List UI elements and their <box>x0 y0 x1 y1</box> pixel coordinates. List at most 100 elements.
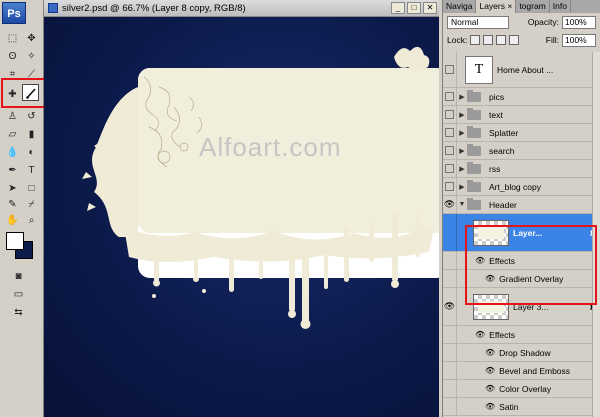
marquee-tool-icon[interactable]: ⬚ <box>4 30 21 47</box>
visibility-toggle[interactable] <box>445 110 454 119</box>
layer-group-text[interactable]: ▶ text <box>443 106 600 124</box>
tab-histogram[interactable]: togram <box>516 0 550 13</box>
rectangle-tool-icon[interactable]: □ <box>23 180 40 197</box>
visibility-toggle[interactable] <box>445 65 454 74</box>
layer-name: rss <box>489 163 501 174</box>
visibility-toggle[interactable] <box>445 164 454 173</box>
eyedropper-tool-icon[interactable]: ⌿ <box>23 196 40 213</box>
foreground-color-swatch[interactable] <box>6 232 24 250</box>
folder-icon <box>467 107 481 120</box>
expand-triangle-icon[interactable]: ▶ <box>457 93 467 101</box>
dodge-tool-icon[interactable]: ◐ <box>23 144 40 161</box>
eye-icon[interactable]: 👁 <box>475 330 485 339</box>
header-artwork <box>82 46 439 329</box>
folder-icon <box>467 179 481 192</box>
fill-label: Fill: <box>545 35 559 45</box>
eye-icon[interactable]: 👁 <box>444 301 455 312</box>
close-button[interactable]: ✕ <box>423 2 437 14</box>
tab-navigator[interactable]: Naviga <box>443 0 477 13</box>
layer-name: Art_blog copy <box>489 181 541 192</box>
tab-info[interactable]: Info <box>550 0 571 13</box>
layer-group-art-blog-copy[interactable]: ▶ Art_blog copy <box>443 178 600 196</box>
expand-triangle-icon[interactable]: ▶ <box>457 165 467 173</box>
layer-name: text <box>489 109 503 120</box>
document-title-bar[interactable]: silver2.psd @ 66.7% (Layer 8 copy, RGB/8… <box>44 0 439 17</box>
expand-triangle-icon[interactable]: ▶ <box>457 147 467 155</box>
document-icon <box>48 3 58 13</box>
visibility-toggle[interactable] <box>445 92 454 101</box>
document-canvas[interactable]: Alfoart.com <box>44 17 439 417</box>
effect-row[interactable]: 👁 Satin <box>443 398 600 416</box>
blur-tool-icon[interactable]: 💧 <box>4 144 21 161</box>
expand-triangle-icon[interactable]: ▶ <box>457 111 467 119</box>
blend-mode-select[interactable]: Normal <box>447 15 509 29</box>
maximize-button[interactable]: □ <box>407 2 421 14</box>
hand-tool-icon[interactable]: ✋ <box>4 212 21 229</box>
opacity-label: Opacity: <box>527 17 559 27</box>
lock-transparency-icon[interactable] <box>470 35 481 45</box>
jump-to-imageready-icon[interactable]: ⇆ <box>10 304 27 321</box>
eye-icon[interactable]: 👁 <box>485 384 495 393</box>
history-brush-tool-icon[interactable]: ↺ <box>23 108 40 125</box>
effects-row[interactable]: 👁 Effects <box>443 326 600 344</box>
screen-mode-icon[interactable]: ▭ <box>10 286 27 303</box>
eye-icon[interactable]: 👁 <box>444 199 455 210</box>
layer-group-splatter[interactable]: ▶ Splatter <box>443 124 600 142</box>
tab-layers[interactable]: Layers × <box>476 0 517 13</box>
visibility-toggle[interactable] <box>445 128 454 137</box>
lock-image-icon[interactable] <box>483 35 494 45</box>
type-tool-icon[interactable]: T <box>23 162 40 179</box>
layer-group-pics[interactable]: ▶ pics <box>443 88 600 106</box>
effect-row[interactable]: 👁 Bevel and Emboss <box>443 362 600 380</box>
text-layer-thumbnail: T <box>465 55 493 84</box>
effect-name: Color Overlay <box>499 383 552 394</box>
watermark-text: Alfoart.com <box>199 132 342 162</box>
document-title: silver2.psd @ 66.7% (Layer 8 copy, RGB/8… <box>62 2 246 14</box>
notes-tool-icon[interactable]: ✎ <box>4 196 21 213</box>
layer-name: Splatter <box>489 127 519 138</box>
collapse-triangle-icon[interactable]: ▼ <box>457 201 467 208</box>
lasso-tool-icon[interactable]: ʘ <box>4 48 21 65</box>
panel-tabs: Naviga Layers × togram Info <box>443 0 600 13</box>
effect-row[interactable]: 👁 Drop Shadow <box>443 344 600 362</box>
lock-position-icon[interactable] <box>496 35 507 45</box>
layers-panel: Naviga Layers × togram Info Normal Opaci… <box>442 0 600 417</box>
lock-label: Lock: <box>447 35 468 45</box>
effect-row[interactable]: 👁 Color Overlay <box>443 380 600 398</box>
clone-stamp-tool-icon[interactable]: ♙ <box>4 108 21 125</box>
opacity-field[interactable]: 100% <box>562 15 596 29</box>
layer-row[interactable]: T Home About ... <box>443 52 600 88</box>
eye-icon[interactable]: 👁 <box>485 366 495 375</box>
effect-name: Satin <box>499 401 519 412</box>
pen-tool-icon[interactable]: ✒ <box>4 162 21 179</box>
layer-name: pics <box>489 91 505 102</box>
folder-icon <box>467 125 481 138</box>
folder-icon <box>467 161 481 174</box>
eraser-tool-icon[interactable]: ▱ <box>4 126 21 143</box>
eye-icon[interactable]: 👁 <box>485 402 495 411</box>
photoshop-logo: Ps <box>2 2 26 24</box>
visibility-toggle[interactable] <box>445 182 454 191</box>
effect-name: Bevel and Emboss <box>499 365 571 376</box>
path-selection-tool-icon[interactable]: ➤ <box>4 180 21 197</box>
layer-group-rss[interactable]: ▶ rss <box>443 160 600 178</box>
eye-icon[interactable]: 👁 <box>485 348 495 357</box>
move-tool-icon[interactable]: ✥ <box>23 30 40 47</box>
expand-triangle-icon[interactable]: ▶ <box>457 183 467 191</box>
zoom-tool-icon[interactable]: ⌕ <box>23 212 40 229</box>
layer-name: Header <box>489 199 517 210</box>
gradient-tool-icon[interactable]: ▮ <box>23 126 40 143</box>
layer-group-header[interactable]: 👁 ▼ Header <box>443 196 600 214</box>
layer-group-search[interactable]: ▶ search <box>443 142 600 160</box>
visibility-toggle[interactable] <box>445 146 454 155</box>
selected-layer-highlight <box>465 225 597 305</box>
quick-mask-icon[interactable]: ◙ <box>10 268 27 285</box>
expand-triangle-icon[interactable]: ▶ <box>457 129 467 137</box>
magic-wand-tool-icon[interactable]: ✧ <box>23 48 40 65</box>
toolbox: Ps ⬚ ✥ ʘ ✧ ⌗ ⟋ ✚ ♙ ↺ ▱ ▮ 💧 ◐ ✒ T ➤ □ ✎ ⌿… <box>0 0 58 417</box>
lock-all-icon[interactable] <box>509 35 520 45</box>
fill-field[interactable]: 100% <box>562 33 596 47</box>
lock-row: Lock: Fill: 100% <box>443 31 600 49</box>
minimize-button[interactable]: _ <box>391 2 405 14</box>
effects-label: Effects <box>489 329 515 340</box>
